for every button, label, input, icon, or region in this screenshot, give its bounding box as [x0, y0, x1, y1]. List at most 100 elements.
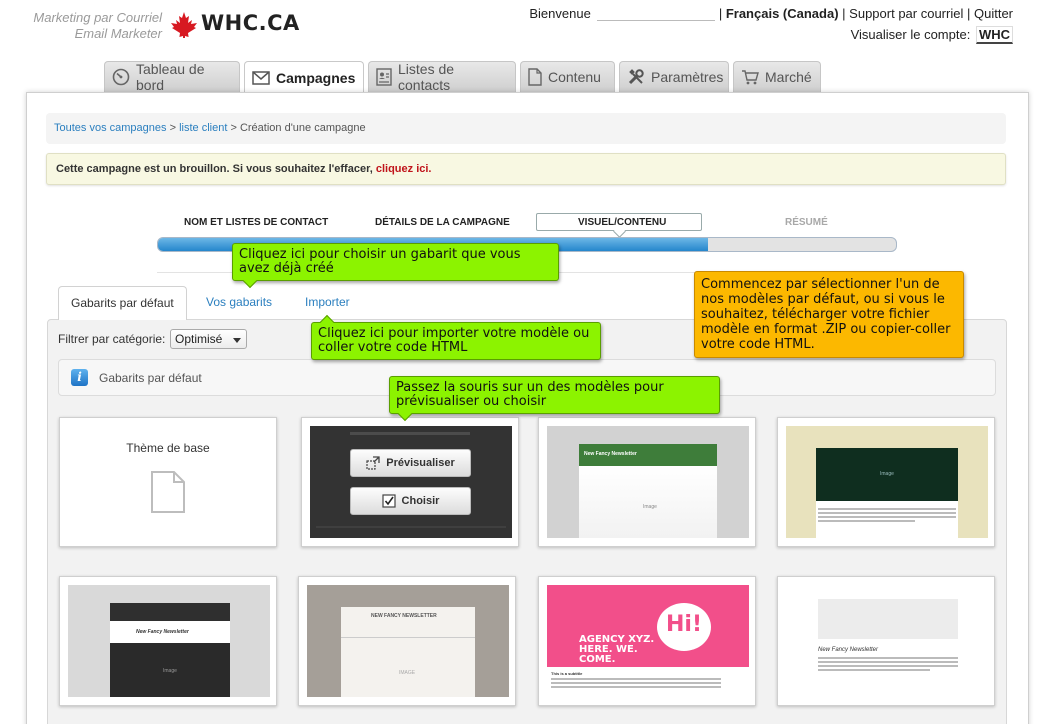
tab-contact-lists[interactable]: Listes de contacts	[368, 61, 516, 93]
thumb-image-placeholder: Image	[163, 668, 177, 674]
template-card-base-theme[interactable]: Thème de base	[59, 417, 277, 547]
thumb-title: NEW FANCY NEWSLETTER	[371, 613, 437, 619]
contact-list-icon	[376, 68, 392, 86]
choose-label: Choisir	[401, 495, 440, 507]
cart-icon	[742, 70, 759, 85]
blank-file-icon	[151, 471, 185, 513]
draft-notice-text: Cette campagne est un brouillon. Si vous…	[56, 163, 376, 175]
tab-settings[interactable]: Paramètres	[619, 61, 729, 92]
user-name-placeholder	[596, 7, 715, 21]
view-account-label: Visualiser le compte:	[850, 27, 971, 42]
template-thumbnail: New Fancy Newsletter	[786, 585, 988, 697]
whc-logo[interactable]: WHC.CA	[201, 11, 300, 35]
info-bar-title: Gabarits par défaut	[99, 371, 202, 385]
view-account-line: Visualiser le compte: WHC	[851, 26, 1013, 44]
separator: |	[966, 6, 971, 21]
tip-start-info: Commencez par sélectionner l'un de nos m…	[694, 271, 964, 358]
template-card-5[interactable]: New Fancy Newsletter Image	[59, 576, 277, 706]
step-visual-content[interactable]: Visuel/Contenu	[578, 217, 666, 228]
tab-label: Listes de contacts	[398, 61, 455, 93]
separator: |	[842, 6, 846, 21]
here-text: HERE. WE. COME.	[579, 644, 638, 665]
breadcrumb-current: Création d'une campagne	[239, 122, 366, 134]
tip-import: Cliquez ici pour importer votre modèle o…	[311, 314, 601, 360]
app-root: Marketing par Courriel Email Marketer WH…	[0, 0, 1051, 724]
tip-text: Commencez par sélectionner l'un de nos m…	[701, 277, 951, 352]
tip-your-templates: Cliquez ici pour choisir un gabarit que …	[232, 243, 559, 289]
step-campaign-details[interactable]: Détails de la campagne	[375, 217, 510, 228]
breadcrumb-separator: >	[169, 122, 177, 134]
tab-label: Campagnes	[276, 69, 356, 86]
tab-label: Paramètres	[651, 69, 724, 85]
template-thumbnail: New Fancy Newsletter Image	[68, 585, 270, 697]
step-summary: Résumé	[785, 217, 828, 228]
tools-icon	[628, 69, 644, 85]
template-card-7[interactable]: AGENCY XYZ. HERE. WE. COME. Hi! This is …	[538, 576, 756, 706]
thumb-agency-title: AGENCY XYZ. HERE. WE. COME.	[579, 635, 669, 665]
category-select-value: Optimisé	[175, 332, 223, 346]
preview-button[interactable]: Prévisualiser	[350, 449, 471, 477]
thumb-title: New Fancy Newsletter	[136, 629, 189, 635]
tip-text: Passez la souris sur un des modèles pour…	[396, 380, 664, 409]
tab-content[interactable]: Contenu	[520, 61, 615, 92]
tab-label: Contenu	[548, 69, 601, 85]
tip-text: Cliquez ici pour choisir un gabarit que …	[239, 247, 521, 276]
template-name: Thème de base	[126, 441, 210, 455]
envelope-icon	[252, 70, 270, 85]
breadcrumb-separator: >	[230, 122, 237, 134]
support-link[interactable]: Support par courriel	[849, 6, 963, 21]
template-thumbnail: New Fancy Newsletter Image	[547, 426, 749, 538]
tab-market[interactable]: Marché	[733, 61, 821, 92]
main-nav-tabs: Tableau de bord Campagnes Listes de cont…	[104, 61, 821, 93]
template-card-2[interactable]: Prévisualiser Choisir	[301, 417, 519, 547]
account-selector[interactable]: WHC	[975, 26, 1013, 44]
filter-category-label: Filtrer par catégorie:	[58, 332, 166, 346]
language-link[interactable]: Français (Canada)	[726, 6, 839, 21]
checkbox-checked-icon	[381, 494, 396, 508]
template-thumbnail: AGENCY XYZ. HERE. WE. COME. Hi! This is …	[547, 585, 749, 697]
welcome-label: Bienvenue	[529, 6, 591, 21]
brand-tagline-fr: Marketing par Courriel	[33, 10, 162, 25]
maple-leaf-icon	[171, 12, 197, 38]
template-card-3[interactable]: New Fancy Newsletter Image	[538, 417, 756, 547]
thumb-image-placeholder: Image	[643, 504, 657, 510]
template-card-6[interactable]: NEW FANCY NEWSLETTER IMAGE	[298, 576, 516, 706]
tip-hover-templates: Passez la souris sur un des modèles pour…	[389, 376, 720, 422]
tab-campaigns[interactable]: Campagnes	[244, 61, 364, 93]
step-name-lists[interactable]: Nom et listes de contact	[184, 217, 328, 228]
expand-icon	[366, 456, 380, 470]
template-card-4[interactable]: Image	[777, 417, 995, 547]
tab-label: Marché	[765, 69, 812, 85]
brand-tagline-en: Email Marketer	[74, 26, 162, 41]
breadcrumb: Toutes vos campagnes > liste client > Cr…	[46, 113, 1006, 144]
delete-draft-link[interactable]: cliquez ici.	[376, 163, 432, 175]
tip-text: Cliquez ici pour importer votre modèle o…	[318, 326, 590, 355]
tab-your-templates[interactable]: Vos gabarits	[194, 286, 284, 320]
tab-label: Tableau de bord	[136, 61, 205, 93]
breadcrumb-all-campaigns[interactable]: Toutes vos campagnes	[54, 122, 167, 134]
thumb-title: New Fancy Newsletter	[818, 647, 879, 653]
quit-link[interactable]: Quitter	[974, 6, 1013, 21]
category-select[interactable]: Optimisé	[170, 329, 247, 349]
thumb-hi-text: Hi!	[666, 612, 702, 637]
thumb-image-placeholder: Image	[880, 471, 894, 477]
info-icon: i	[71, 369, 88, 386]
document-icon	[528, 68, 542, 86]
preview-label: Prévisualiser	[386, 457, 455, 469]
template-card-8[interactable]: New Fancy Newsletter	[777, 576, 995, 706]
thumb-image-placeholder: IMAGE	[399, 670, 416, 676]
thumb-title: New Fancy Newsletter	[584, 451, 637, 457]
draft-notice: Cette campagne est un brouillon. Si vous…	[46, 153, 1006, 185]
chevron-down-icon	[233, 338, 241, 343]
template-thumbnail: Image	[786, 426, 988, 538]
breadcrumb-client-list[interactable]: liste client	[179, 122, 227, 134]
thumb-subtitle: This is a subtitle	[551, 671, 583, 676]
thumb-header: New Fancy Newsletter	[579, 444, 717, 466]
tab-default-templates[interactable]: Gabarits par défaut	[58, 286, 187, 320]
template-thumbnail: NEW FANCY NEWSLETTER IMAGE	[307, 585, 509, 697]
choose-button[interactable]: Choisir	[350, 487, 471, 515]
tab-dashboard[interactable]: Tableau de bord	[104, 61, 240, 93]
dashboard-gauge-icon	[112, 68, 130, 86]
separator: |	[718, 6, 723, 21]
top-links: Bienvenue | Français (Canada) | Support …	[529, 6, 1013, 21]
